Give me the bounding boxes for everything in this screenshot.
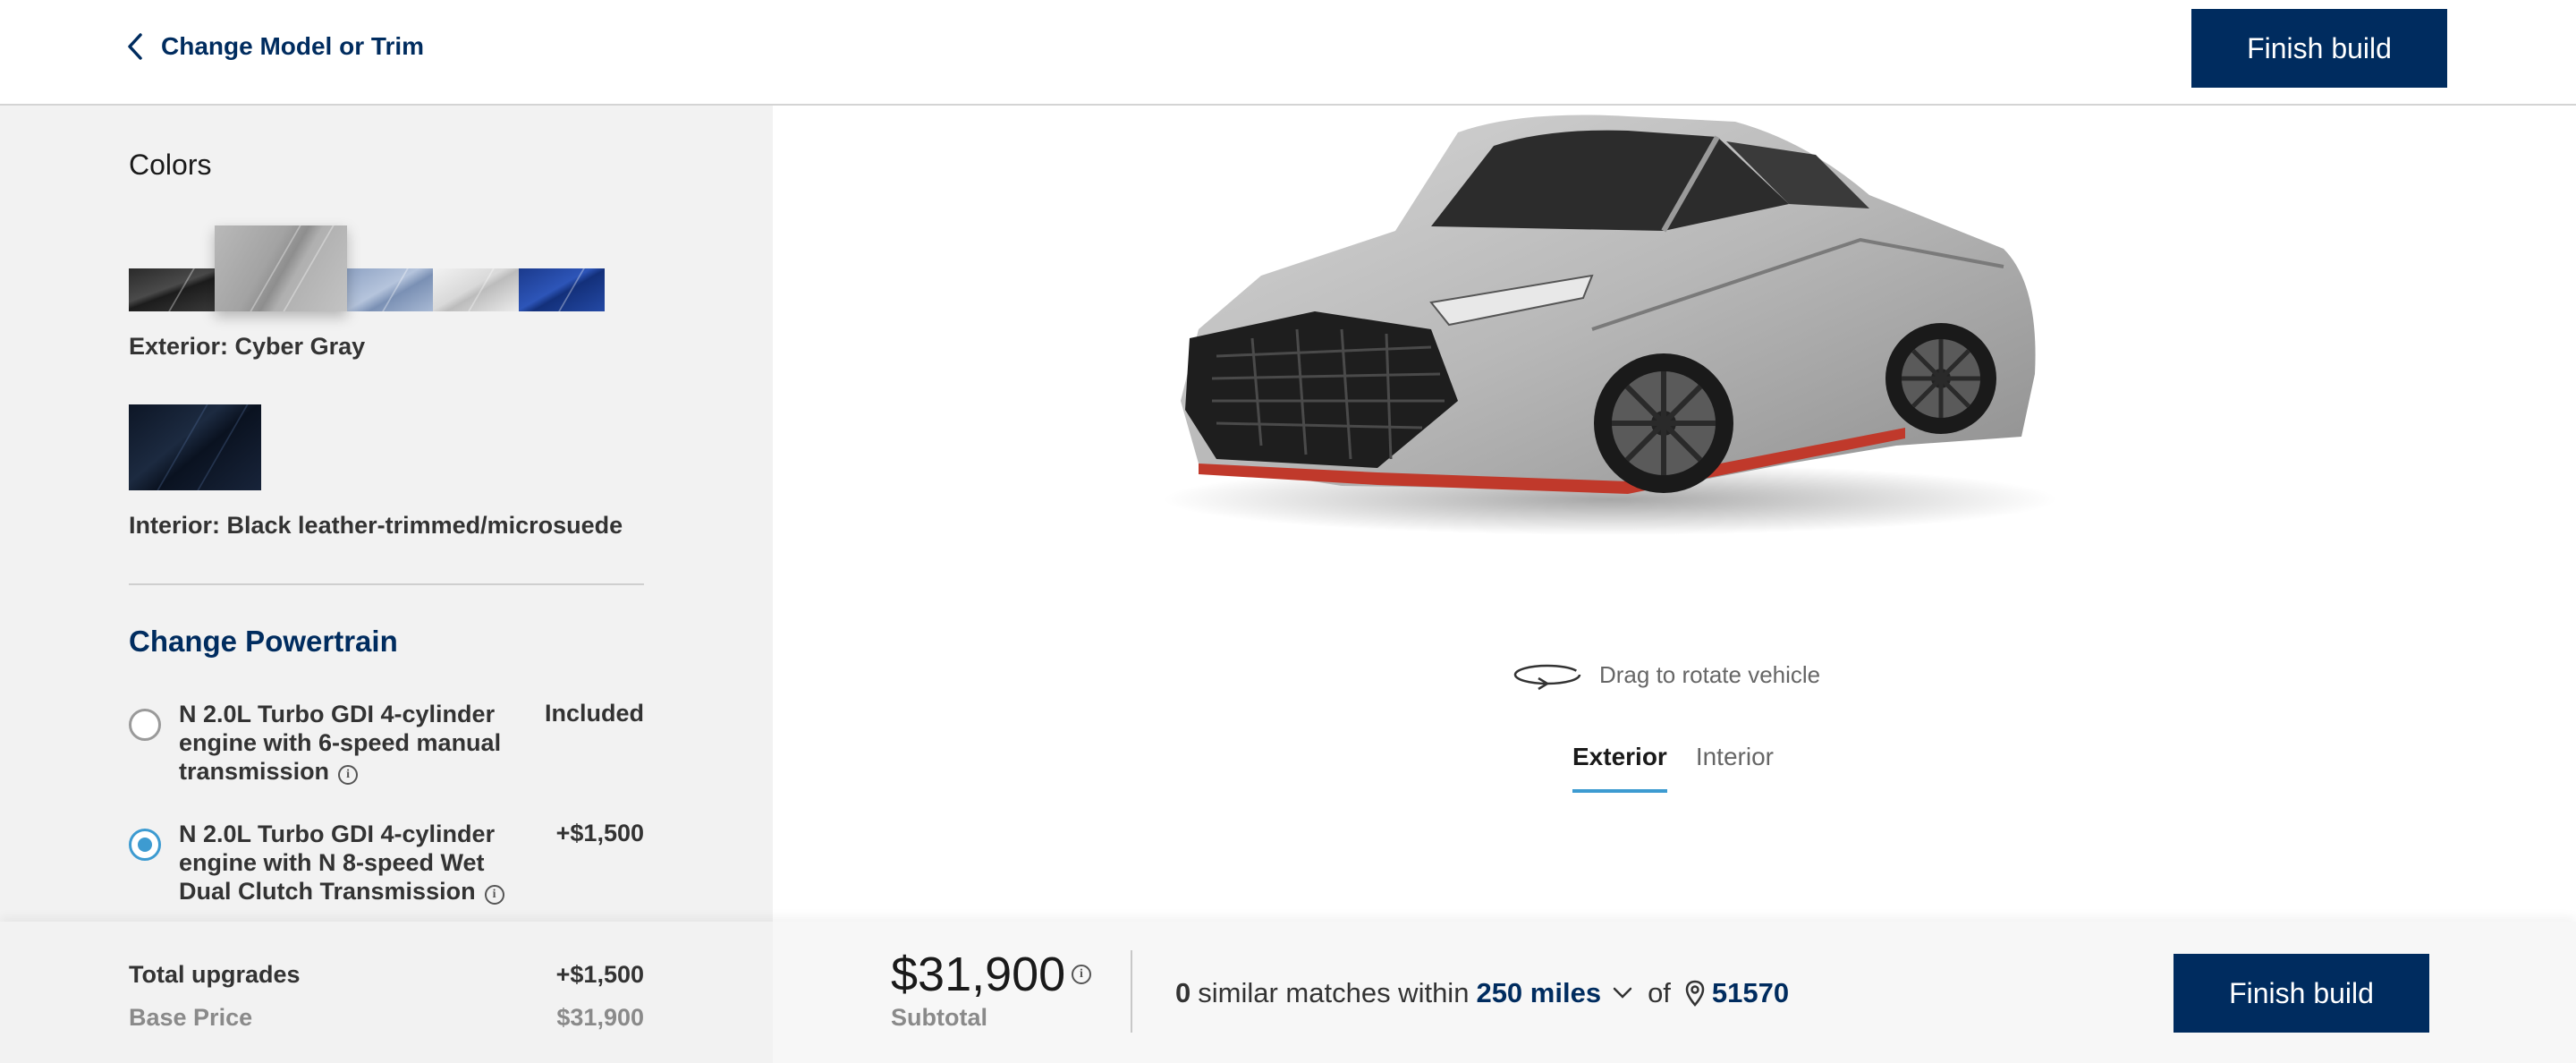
info-icon[interactable]: i <box>338 765 359 785</box>
exterior-swatch-white[interactable] <box>433 268 519 311</box>
radius-value: 250 miles <box>1476 977 1602 1008</box>
exterior-swatch-light-blue[interactable] <box>347 268 433 311</box>
vehicle-image[interactable] <box>1163 106 2057 544</box>
base-price-label: Base Price <box>129 1004 253 1031</box>
powertrain-option-price: Included <box>544 700 644 727</box>
zip-code-value: 51570 <box>1711 977 1790 1008</box>
finish-build-button-bottom[interactable]: Finish build <box>2174 954 2429 1033</box>
price-breakdown: Total upgrades +$1,500 Base Price $31,90… <box>0 922 773 1063</box>
radio-button-selected[interactable] <box>129 829 161 861</box>
rotate-icon <box>1513 664 1581 691</box>
info-icon[interactable]: i <box>484 885 504 905</box>
change-model-link[interactable]: Change Model or Trim <box>125 27 424 66</box>
powertrain-option-price: +$1,500 <box>555 820 644 846</box>
header: Change Model or Trim Finish build <box>0 0 2576 106</box>
inventory-matches: 0 similar matches within 250 miles of 51… <box>1175 975 1789 1011</box>
powertrain-option-label: N 2.0L Turbo GDI 4-cylinder engine with … <box>179 820 519 906</box>
interior-color-label: Interior: Black leather-trimmed/microsue… <box>129 512 623 539</box>
tab-interior[interactable]: Interior <box>1696 743 1774 793</box>
interior-swatch-black[interactable] <box>129 404 261 490</box>
location-pin-icon <box>1685 980 1705 1007</box>
section-divider <box>129 583 644 585</box>
configurator-panel: Colors Exterior: Cyber Gray Interior: Bl… <box>0 106 773 922</box>
rotate-hint: Drag to rotate vehicle <box>1512 659 1820 691</box>
vertical-divider <box>1131 950 1132 1033</box>
base-price-value: $31,900 <box>556 1004 644 1031</box>
powertrain-option-label: N 2.0L Turbo GDI 4-cylinder engine with … <box>179 700 519 786</box>
change-model-label: Change Model or Trim <box>161 32 425 60</box>
powertrain-title: Change Powertrain <box>129 625 398 658</box>
of-label: of <box>1648 977 1671 1008</box>
tab-exterior[interactable]: Exterior <box>1572 743 1667 793</box>
radio-button[interactable] <box>129 709 161 741</box>
match-text: similar matches within <box>1198 977 1470 1008</box>
price-summary-bar: Total upgrades +$1,500 Base Price $31,90… <box>0 922 2576 1063</box>
view-tabs: Exterior Interior <box>1572 743 1774 793</box>
rotate-hint-text: Drag to rotate vehicle <box>1599 660 1821 688</box>
exterior-swatch-blue[interactable] <box>519 268 605 311</box>
total-upgrades-row: Total upgrades +$1,500 <box>129 961 644 989</box>
radius-dropdown[interactable]: 250 miles <box>1476 977 1633 1009</box>
subtotal-price: $31,900 <box>891 948 1066 1001</box>
chevron-left-icon <box>128 33 142 60</box>
exterior-swatch-black[interactable] <box>129 268 215 311</box>
zip-code-link[interactable]: 51570 <box>1685 977 1789 1009</box>
base-price-row: Base Price $31,900 <box>129 1004 644 1032</box>
exterior-swatch-cyber-gray[interactable] <box>215 225 347 311</box>
total-upgrades-label: Total upgrades <box>129 961 301 988</box>
match-count: 0 <box>1175 977 1191 1008</box>
powertrain-option-text: N 2.0L Turbo GDI 4-cylinder engine with … <box>179 821 496 905</box>
colors-title: Colors <box>129 149 212 181</box>
chevron-down-icon <box>1613 987 1632 999</box>
finish-build-button[interactable]: Finish build <box>2191 9 2447 88</box>
info-icon[interactable]: i <box>1072 965 1091 984</box>
total-upgrades-value: +$1,500 <box>555 961 644 988</box>
exterior-color-label: Exterior: Cyber Gray <box>129 333 366 360</box>
subtotal-label: Subtotal <box>891 1004 987 1031</box>
